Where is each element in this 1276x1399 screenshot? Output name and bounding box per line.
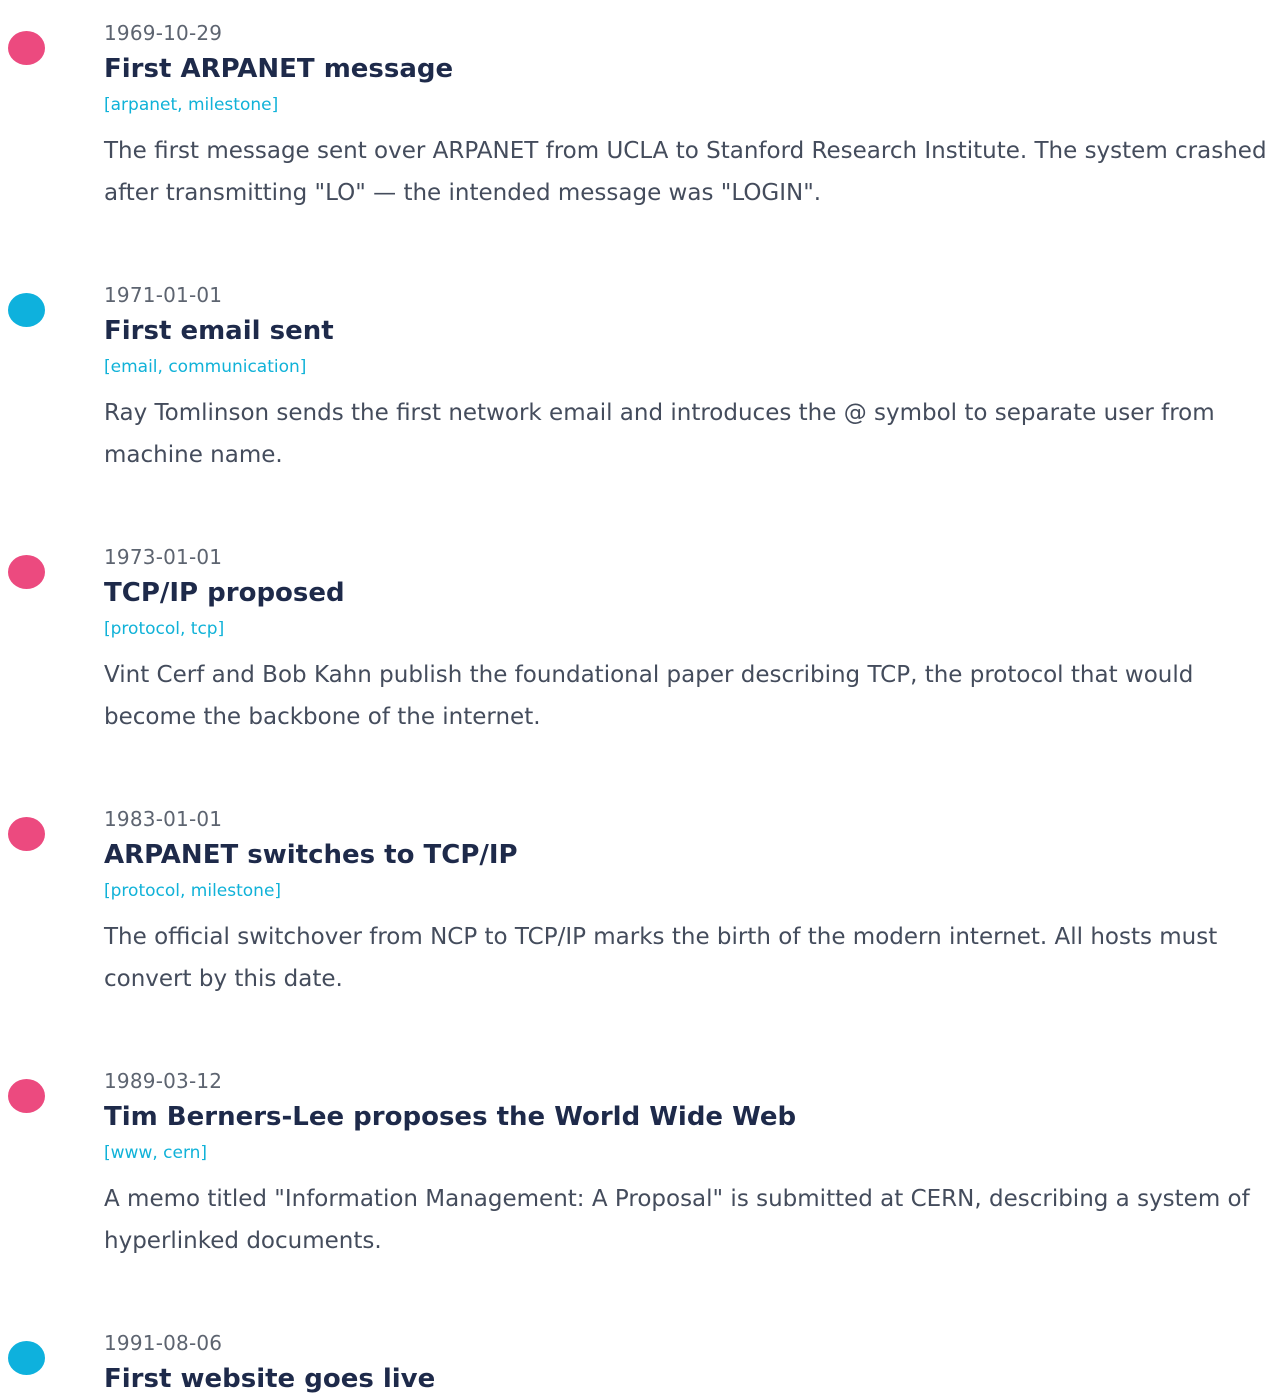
- event-description: Vint Cerf and Bob Kahn publish the found…: [104, 662, 1194, 730]
- event-marker-dot: [8, 817, 45, 851]
- event-title: First ARPANET message: [104, 54, 454, 84]
- event-title: First email sent: [104, 316, 334, 346]
- event-date: 1991-08-06: [104, 1331, 223, 1355]
- event-content: 1983-01-01 ARPANET switches to TCP/IP [p…: [104, 806, 1272, 1000]
- event-marker-dot: [8, 555, 45, 589]
- event-title: TCP/IP proposed: [104, 578, 345, 608]
- event-description: A memo titled "Information Management: A…: [104, 1186, 1250, 1254]
- event-content: 1973-01-01 TCP/IP proposed [protocol, tc…: [104, 544, 1272, 738]
- event-date: 1983-01-01: [104, 807, 223, 831]
- event-tags: [www, cern]: [104, 1143, 208, 1163]
- event-content: 1971-01-01 First email sent [email, comm…: [104, 282, 1272, 476]
- event-tags: [email, communication]: [104, 357, 307, 377]
- event-date: 1989-03-12: [104, 1069, 223, 1093]
- event-title: Tim Berners-Lee proposes the World Wide …: [104, 1102, 797, 1132]
- event-tags: [arpanet, milestone]: [104, 95, 279, 115]
- event-description: The first message sent over ARPANET from…: [104, 138, 1267, 206]
- timeline: 1969-10-29 First ARPANET message [arpane…: [0, 0, 1276, 1399]
- event-title: ARPANET switches to TCP/IP: [104, 840, 518, 870]
- event-marker-dot: [8, 1079, 45, 1113]
- event-marker-dot: [8, 293, 45, 327]
- event-marker-dot: [8, 1341, 45, 1375]
- event-tags: [protocol, milestone]: [104, 881, 282, 901]
- event-date: 1973-01-01: [104, 545, 223, 569]
- event-content: 1969-10-29 First ARPANET message [arpane…: [104, 20, 1272, 214]
- event-marker-dot: [8, 31, 45, 65]
- event-date: 1971-01-01: [104, 283, 223, 307]
- event-description: The official switchover from NCP to TCP/…: [104, 924, 1218, 992]
- event-date: 1969-10-29: [104, 21, 223, 45]
- event-description: Ray Tomlinson sends the first network em…: [104, 400, 1215, 468]
- event-title: First website goes live: [104, 1364, 436, 1394]
- event-content: 1989-03-12 Tim Berners-Lee proposes the …: [104, 1068, 1272, 1262]
- event-tags: [protocol, tcp]: [104, 619, 225, 639]
- event-content: 1991-08-06 First website goes live: [104, 1330, 1272, 1396]
